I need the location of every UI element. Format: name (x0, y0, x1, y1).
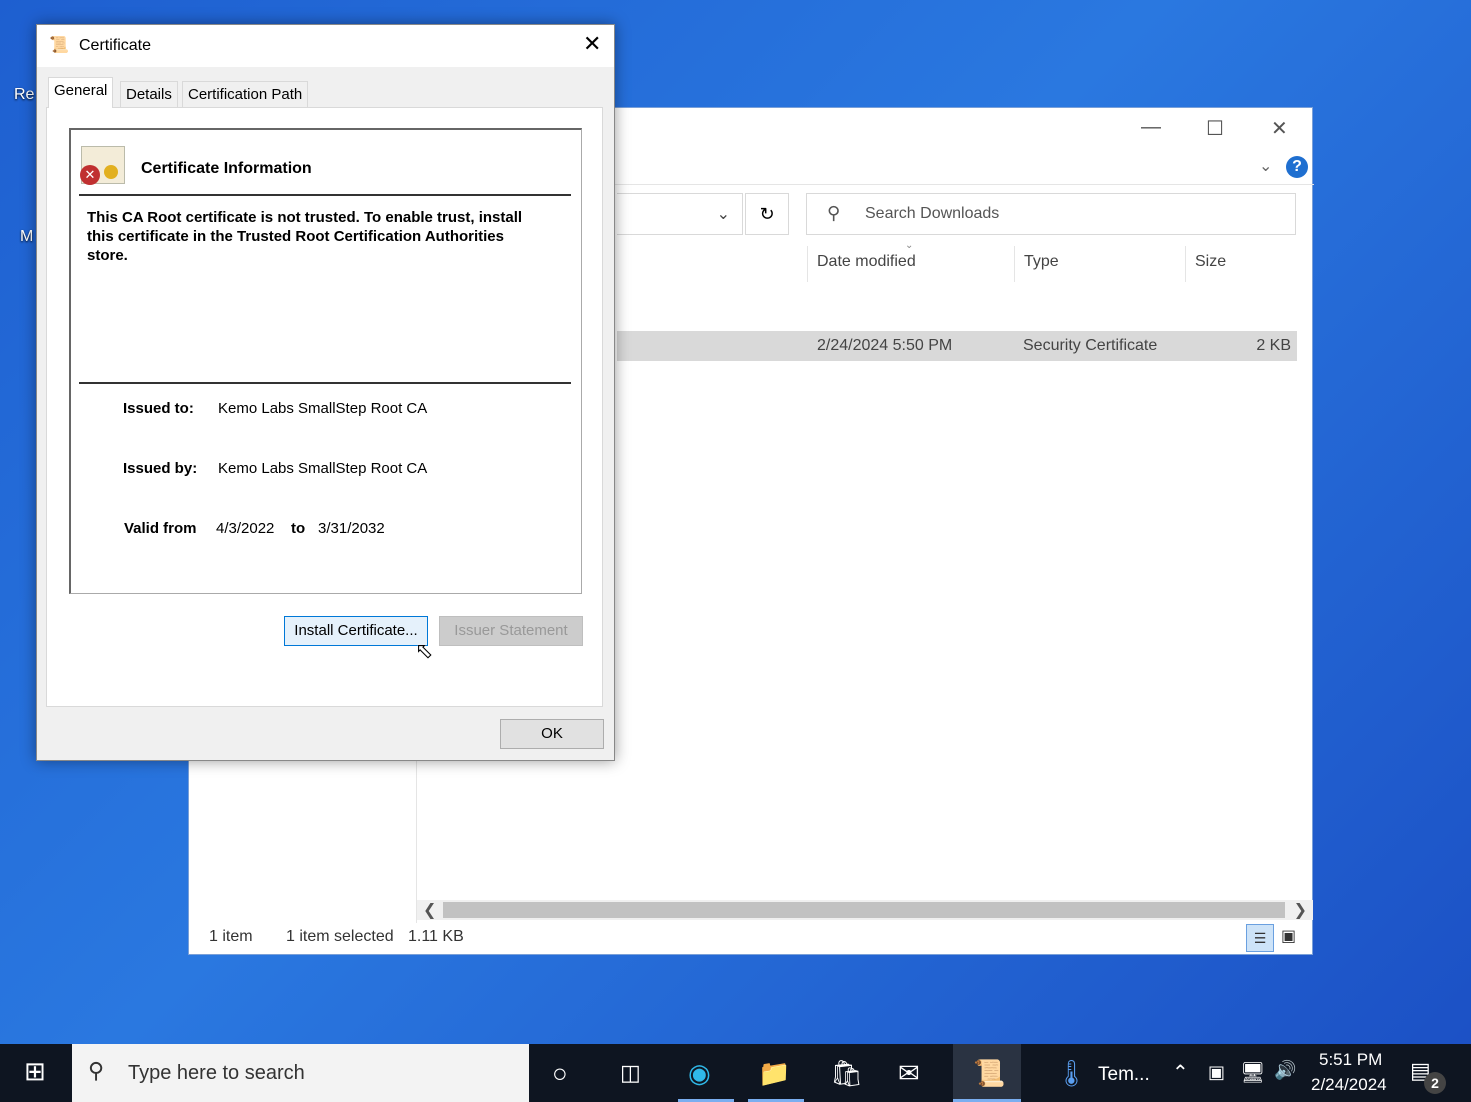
column-header-type[interactable]: Type (1024, 253, 1059, 271)
close-button[interactable]: ✕ (1271, 116, 1288, 141)
search-input[interactable]: ⚲ Search Downloads (806, 193, 1296, 235)
column-header-date[interactable]: Date modified (817, 253, 916, 271)
certificate-dialog: 📜 Certificate ✕ General Details Certific… (36, 24, 615, 761)
file-explorer-icon[interactable]: 📁 (758, 1058, 790, 1089)
edge-icon[interactable]: ◉ (688, 1058, 711, 1089)
task-view-icon[interactable]: ◫ (620, 1060, 641, 1086)
issuer-statement-button: Issuer Statement (439, 616, 583, 646)
chevron-up-icon[interactable]: ⌃ (1172, 1060, 1189, 1085)
desktop-icon-label[interactable]: M (20, 228, 33, 246)
tab-details[interactable]: Details (120, 81, 178, 107)
horizontal-scrollbar[interactable]: ❮ ❯ (417, 900, 1313, 920)
network-icon[interactable]: 🖥 (1240, 1060, 1265, 1085)
thermometer-icon[interactable]: 🌡 (1055, 1058, 1088, 1089)
ok-button[interactable]: OK (500, 719, 604, 749)
minimize-button[interactable]: — (1141, 116, 1161, 139)
close-button[interactable]: ✕ (583, 31, 601, 57)
maximize-button[interactable]: ☐ (1206, 116, 1224, 141)
search-icon: ⚲ (88, 1058, 105, 1083)
refresh-button[interactable]: ↻ (745, 193, 789, 235)
help-icon[interactable]: ? (1286, 156, 1308, 178)
clock-date[interactable]: 2/24/2024 (1311, 1075, 1387, 1095)
sort-indicator-icon: ⌄ (905, 240, 914, 251)
details-view-icon[interactable]: ☰ (1246, 924, 1274, 952)
notification-badge: 2 (1424, 1072, 1446, 1094)
tab-general[interactable]: General (48, 77, 114, 108)
dialog-title: Certificate (79, 37, 152, 54)
valid-from-value: 4/3/2022 (216, 520, 275, 537)
meet-now-icon[interactable]: ▣ (1208, 1062, 1225, 1083)
store-icon[interactable]: 🛍 (830, 1058, 863, 1089)
clock-time[interactable]: 5:51 PM (1319, 1050, 1382, 1070)
mouse-cursor-icon: ⬁ (415, 638, 434, 663)
chevron-down-icon[interactable]: ⌄ (717, 204, 730, 224)
search-icon: ⚲ (827, 203, 841, 223)
tab-certification-path[interactable]: Certification Path (182, 81, 309, 107)
scroll-left-icon[interactable]: ❮ (423, 900, 436, 920)
taskbar: ⊞ ⚲ Type here to search ○ ◫ ◉ 📁 🛍 ✉ 📜 🌡 … (0, 1044, 1471, 1102)
valid-to-value: 3/31/2032 (318, 520, 385, 537)
column-header-size[interactable]: Size (1195, 253, 1226, 271)
file-row[interactable]: 2/24/2024 5:50 PM Security Certificate 2… (617, 331, 1297, 361)
windows-start-icon[interactable]: ⊞ (24, 1056, 46, 1087)
large-icons-view-icon[interactable]: ▣ (1281, 926, 1296, 946)
chevron-down-icon[interactable]: ⌄ (1259, 156, 1272, 176)
section-heading: Certificate Information (141, 160, 312, 177)
certificate-error-icon: ✕ (80, 146, 125, 185)
issued-to-value: Kemo Labs SmallStep Root CA (218, 400, 428, 417)
certificate-icon: 📜 (49, 37, 69, 54)
scroll-right-icon[interactable]: ❯ (1294, 900, 1307, 920)
scrollbar-thumb[interactable] (443, 902, 1285, 918)
taskbar-search-box[interactable]: ⚲ Type here to search (72, 1044, 529, 1102)
certificate-icon: 📜 (973, 1058, 1006, 1088)
install-certificate-button[interactable]: Install Certificate... (284, 616, 428, 646)
volume-icon[interactable]: 🔊 (1274, 1060, 1296, 1081)
issued-by-value: Kemo Labs SmallStep Root CA (218, 460, 428, 477)
desktop-icon-label[interactable]: Re (14, 86, 34, 104)
mail-icon[interactable]: ✉ (898, 1058, 920, 1089)
taskbar-certificate-app[interactable]: 📜 (953, 1044, 1021, 1102)
trust-warning-message: This CA Root certificate is not trusted.… (87, 209, 523, 264)
cortana-icon[interactable]: ○ (552, 1058, 568, 1089)
